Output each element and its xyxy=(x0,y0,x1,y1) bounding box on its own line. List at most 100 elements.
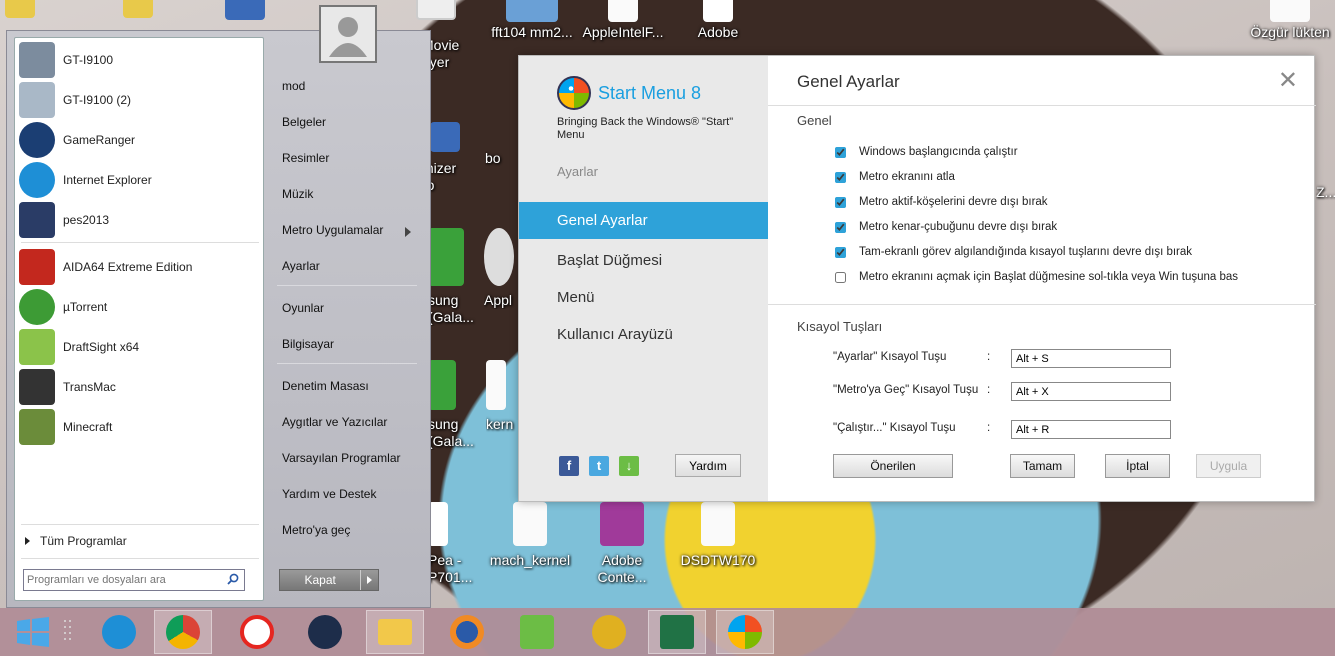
taskbar-file-explorer[interactable] xyxy=(366,610,424,654)
checkbox[interactable] xyxy=(835,146,846,158)
desktop-icon[interactable]: Adobe xyxy=(676,0,760,41)
program-item[interactable]: pes2013 xyxy=(19,200,259,240)
nav-user-interface[interactable]: Kullanıcı Arayüzü xyxy=(519,316,768,353)
help-button[interactable]: Yardım xyxy=(675,454,741,477)
desktop-icon[interactable]: Appl xyxy=(484,228,518,309)
program-icon xyxy=(19,42,55,78)
windows-logo-icon xyxy=(17,617,49,647)
hotkey-settings-field[interactable] xyxy=(1011,349,1171,368)
shutdown-button[interactable]: Kapat xyxy=(280,570,361,590)
program-item[interactable]: µTorrent xyxy=(19,287,259,327)
taskbar-game-app[interactable] xyxy=(580,610,638,654)
place-item-control-panel[interactable]: Denetim Masası xyxy=(282,379,422,393)
desktop-icon[interactable]: AppleIntelF... xyxy=(580,0,666,41)
place-item-music[interactable]: Müzik xyxy=(282,187,422,201)
checkbox[interactable] xyxy=(835,196,846,208)
place-item-computer[interactable]: Bilgisayar xyxy=(282,337,422,351)
chevron-right-icon xyxy=(25,537,30,545)
desktop-icon[interactable]: mach_kernel xyxy=(484,502,576,569)
folder-icon xyxy=(378,619,412,645)
program-item[interactable]: TransMac xyxy=(19,367,259,407)
desktop-icon[interactable]: Z... xyxy=(1316,184,1335,201)
draftsight-icon xyxy=(19,329,55,365)
desktop-icon[interactable]: sung (Gala... xyxy=(428,360,478,450)
facebook-icon[interactable]: f xyxy=(559,456,579,476)
program-item[interactable]: GT-I9100 (2) xyxy=(19,80,259,120)
place-item-help-support[interactable]: Yardım ve Destek xyxy=(282,487,422,501)
search-icon[interactable] xyxy=(227,573,239,585)
hotkey-metro-field[interactable] xyxy=(1011,382,1171,401)
app-title: Start Menu 8 xyxy=(598,83,702,103)
divider xyxy=(768,304,1316,305)
place-item-metro-apps[interactable]: Metro Uygulamalar xyxy=(282,223,422,237)
desktop-icon[interactable]: fft104 mm2... xyxy=(490,0,574,41)
user-avatar[interactable] xyxy=(319,5,377,63)
program-item[interactable]: DraftSight x64 xyxy=(19,327,259,367)
desktop-icon[interactable]: bo xyxy=(485,150,517,167)
checkbox[interactable] xyxy=(835,271,846,283)
desktop-icon[interactable]: DSDTW170 xyxy=(676,502,760,569)
checkbox[interactable] xyxy=(835,246,846,258)
checkbox[interactable] xyxy=(835,171,846,183)
program-label: DraftSight x64 xyxy=(63,340,140,354)
program-item[interactable]: GT-I9100 xyxy=(19,40,259,80)
taskbar-chrome[interactable] xyxy=(154,610,212,654)
option-label: Metro aktif-köşelerini devre dışı bırak xyxy=(859,196,1048,208)
windows-start-button[interactable] xyxy=(4,610,62,654)
option-disable-charms-bar[interactable]: Metro kenar-çubuğunu devre dışı bırak xyxy=(835,221,1057,233)
desktop-icon[interactable] xyxy=(220,0,270,22)
place-item-devices-printers[interactable]: Aygıtlar ve Yazıcılar xyxy=(282,415,422,429)
option-skip-metro[interactable]: Metro ekranını atla xyxy=(835,171,955,183)
nav-menu[interactable]: Menü xyxy=(519,279,768,316)
apply-button[interactable]: Uygula xyxy=(1196,454,1261,478)
program-item[interactable]: AIDA64 Extreme Edition xyxy=(19,247,259,287)
close-icon[interactable]: ✕ xyxy=(1278,66,1298,94)
ok-button[interactable]: Tamam xyxy=(1010,454,1075,478)
desktop-icon[interactable]: Pea - P701... xyxy=(428,502,492,586)
nav-general-settings[interactable]: Genel Ayarlar xyxy=(519,202,768,239)
place-item-documents[interactable]: Belgeler xyxy=(282,115,422,129)
desktop-icon[interactable]: sung (Gala... xyxy=(428,228,478,326)
place-item-pictures[interactable]: Resimler xyxy=(282,151,422,165)
program-item[interactable]: GameRanger xyxy=(19,120,259,160)
dots-icon xyxy=(64,620,71,640)
option-start-opens-metro[interactable]: Metro ekranını açmak için Başlat düğmesi… xyxy=(835,271,1238,283)
program-item[interactable]: Minecraft xyxy=(19,407,259,447)
hotkey-label-run: "Çalıştır..." Kısayol Tuşu xyxy=(833,422,956,434)
search-input[interactable] xyxy=(24,570,220,590)
taskbar-internet-explorer[interactable] xyxy=(90,610,148,654)
desktop-icon[interactable]: Adobe Conte... xyxy=(580,502,664,586)
taskbar-gradle[interactable] xyxy=(508,610,566,654)
place-item-games[interactable]: Oyunlar xyxy=(282,301,422,315)
recommended-button[interactable]: Önerilen xyxy=(833,454,953,478)
desktop-icon[interactable]: kern xyxy=(486,360,518,433)
show-apps-button[interactable] xyxy=(56,610,80,654)
option-disable-hot-corners[interactable]: Metro aktif-köşelerini devre dışı bırak xyxy=(835,196,1048,208)
desktop-icon[interactable] xyxy=(410,0,462,22)
place-item-settings[interactable]: Ayarlar xyxy=(282,259,422,273)
checkbox[interactable] xyxy=(835,221,846,233)
taskbar-firefox[interactable] xyxy=(438,610,496,654)
all-programs-button[interactable]: Tüm Programlar xyxy=(25,534,127,548)
user-icon xyxy=(329,17,367,57)
option-disable-hotkeys-fullscreen[interactable]: Tam-ekranlı görev algılandığında kısayol… xyxy=(835,246,1192,258)
shutdown-options-button[interactable] xyxy=(360,570,378,590)
place-item-switch-to-metro[interactable]: Metro'ya geç xyxy=(282,523,422,537)
desktop-icon[interactable] xyxy=(0,0,40,20)
nav-start-button[interactable]: Başlat Düğmesi xyxy=(519,242,768,279)
place-item-default-programs[interactable]: Varsayılan Programlar xyxy=(282,451,422,465)
taskbar-excel[interactable] xyxy=(648,610,706,654)
download-icon[interactable]: ↓ xyxy=(619,456,639,476)
taskbar-start-menu-8[interactable] xyxy=(716,610,774,654)
hotkey-run-field[interactable] xyxy=(1011,420,1171,439)
program-item[interactable]: Internet Explorer xyxy=(19,160,259,200)
taskbar-yandex[interactable] xyxy=(228,610,286,654)
desktop-icon[interactable] xyxy=(118,0,158,20)
cancel-button[interactable]: İptal xyxy=(1105,454,1170,478)
twitter-icon[interactable]: t xyxy=(589,456,609,476)
desktop-icon[interactable]: Özgür lükten xyxy=(1245,0,1335,41)
option-run-at-startup[interactable]: Windows başlangıcında çalıştır xyxy=(835,146,1018,158)
program-label: µTorrent xyxy=(63,300,108,314)
place-item-mod[interactable]: mod xyxy=(282,79,422,93)
taskbar-app[interactable] xyxy=(296,610,354,654)
